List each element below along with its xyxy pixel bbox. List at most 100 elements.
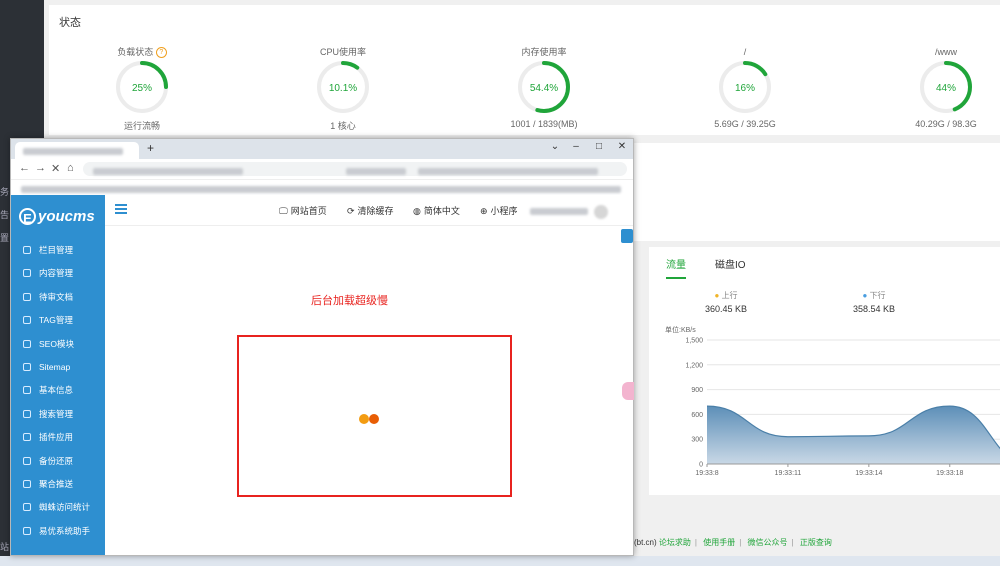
- sidebar-label: 站: [0, 542, 10, 552]
- footer-link-forum[interactable]: 论坛求助: [659, 538, 691, 547]
- back-icon[interactable]: ←: [19, 162, 30, 174]
- footer-link-license[interactable]: 正版查询: [800, 538, 832, 547]
- close-window-button[interactable]: ✕: [612, 141, 632, 152]
- download-dot-icon: ●: [862, 291, 868, 300]
- gauge-value: 10.1%: [329, 83, 357, 94]
- gauge-memory[interactable]: 内存使用率 54.4% 1001 / 1839(MB): [484, 45, 604, 129]
- status-panel: 状态 负载状态 ? 25% 运行流畅 CPU使用率 10.1% 1 核心 内存使…: [49, 5, 1000, 135]
- clear-cache-link[interactable]: ⟳ 清除缓存: [347, 204, 394, 217]
- gauge-ring: 54.4%: [518, 61, 570, 113]
- upload-stat: ● 上行 360.45 KB: [705, 291, 748, 314]
- sidebar-label: 告: [0, 210, 10, 220]
- refresh-icon: ⟳: [347, 206, 355, 216]
- tab-traffic[interactable]: 流量: [666, 256, 686, 279]
- gauge-sub: 1 核心: [330, 121, 356, 131]
- gauge-ring: 10.1%: [317, 61, 369, 113]
- sidebar-item[interactable]: TAG管理: [11, 309, 105, 332]
- admin-app: E youcms 栏目管理内容管理待审文档 TAG管理 SEO模块 Sitemap 基本…: [11, 195, 633, 555]
- gauge-ring: 16%: [719, 61, 771, 113]
- menu-toggle-icon[interactable]: [115, 204, 127, 216]
- sidebar-item-label: 栏目管理: [39, 245, 74, 255]
- gauge-disk-www[interactable]: /www 44% 40.29G / 98.3G: [886, 45, 1000, 129]
- menu-item-icon: [23, 386, 31, 395]
- y-tick-label: 600: [691, 412, 703, 419]
- x-tick-label: 19:33:14: [855, 470, 882, 477]
- stop-icon[interactable]: ✕: [51, 162, 60, 175]
- logo-text: youcms: [38, 208, 95, 225]
- menu-item-icon: [23, 292, 31, 301]
- menu-item-icon: [23, 526, 31, 535]
- footer-link-manual[interactable]: 使用手册: [703, 538, 735, 547]
- taskbar: [0, 556, 1000, 566]
- site-home-link[interactable]: 🖵 网站首页: [279, 204, 327, 217]
- status-title: 状态: [59, 17, 81, 29]
- sidebar-item-label: 基本信息: [39, 385, 74, 396]
- address-bar[interactable]: [83, 162, 627, 176]
- sidebar-item-label: 搜索管理: [39, 408, 74, 419]
- footer-domain: (bt.cn): [634, 538, 657, 547]
- menu-item-icon: [23, 409, 31, 418]
- chat-float-icon[interactable]: [622, 382, 634, 400]
- sidebar-item[interactable]: 待审文档: [11, 286, 105, 309]
- menu-item-icon: [23, 339, 31, 348]
- gauge-label: CPU使用率: [319, 47, 366, 57]
- gauge-value: 44%: [936, 83, 956, 94]
- forward-icon[interactable]: →: [35, 162, 46, 174]
- maximize-button[interactable]: □: [589, 141, 609, 152]
- sidebar-item[interactable]: 基本信息: [11, 379, 105, 402]
- menu-item-icon: [23, 362, 31, 371]
- sidebar-item[interactable]: 蜘蛛访问统计: [11, 496, 105, 519]
- sidebar-item-label: 备份还原: [39, 455, 74, 466]
- sidebar-label: 务: [0, 187, 10, 197]
- sidebar-item-label: 内容管理: [39, 268, 74, 279]
- gauge-sub: 5.69G / 39.25G: [714, 119, 776, 129]
- home-icon[interactable]: ⌂: [67, 162, 74, 174]
- gauge-value: 25%: [132, 83, 152, 94]
- new-tab-button[interactable]: +: [147, 141, 154, 155]
- mini-program-icon: ⊕: [480, 206, 488, 216]
- gauge-disk-root[interactable]: / 16% 5.69G / 39.25G: [685, 45, 805, 129]
- gauge-value: 54.4%: [530, 83, 558, 94]
- app-logo[interactable]: E youcms: [11, 195, 105, 239]
- sidebar-item[interactable]: 备份还原: [11, 450, 105, 473]
- menu-item-icon: [23, 503, 31, 512]
- y-tick-label: 1,200: [685, 362, 703, 369]
- download-stat: ● 下行 358.54 KB: [853, 291, 896, 314]
- language-link[interactable]: ◍ 简体中文: [413, 204, 460, 217]
- sidebar-item-label: 待审文档: [39, 291, 74, 302]
- logo-e-icon: E: [19, 208, 36, 226]
- mini-program-link[interactable]: ⊕ 小程序: [480, 204, 518, 217]
- gauge-load[interactable]: 负载状态 ? 25% 运行流畅: [82, 45, 202, 132]
- gauge-sub: 40.29G / 98.3G: [915, 119, 977, 129]
- minimize-button[interactable]: –: [566, 141, 586, 152]
- sidebar-item[interactable]: 易优系统助手: [11, 520, 105, 543]
- upload-dot-icon: ●: [714, 291, 720, 300]
- sidebar-item[interactable]: SEO模块: [11, 333, 105, 356]
- y-tick-label: 900: [691, 387, 703, 394]
- sidebar-item[interactable]: Sitemap: [11, 356, 105, 379]
- gauge-ring: 25%: [116, 61, 168, 113]
- monitor-icon: 🖵: [279, 206, 288, 216]
- side-float-icon[interactable]: [621, 229, 633, 243]
- tab-disk-io[interactable]: 磁盘IO: [715, 256, 746, 271]
- footer-link-wechat[interactable]: 微信公众号: [748, 538, 788, 547]
- browser-tab[interactable]: [15, 142, 139, 159]
- gauge-sub: 运行流畅: [123, 121, 160, 131]
- sidebar-item[interactable]: 栏目管理: [11, 239, 105, 262]
- tab-search-icon[interactable]: ⌄: [545, 141, 565, 152]
- tab-strip: + ⌄ – □ ✕: [11, 139, 633, 159]
- sidebar-item[interactable]: 内容管理: [11, 262, 105, 285]
- help-icon[interactable]: ?: [155, 47, 167, 59]
- admin-topbar: 🖵 网站首页 ⟳ 清除缓存 ◍ 简体中文 ⊕ 小程序: [105, 195, 633, 226]
- sidebar-item-label: 易优系统助手: [39, 525, 91, 536]
- upload-value: 360.45 KB: [705, 304, 748, 314]
- sidebar-item[interactable]: 插件应用: [11, 426, 105, 449]
- menu-item-icon: [23, 246, 31, 254]
- gauge-cpu[interactable]: CPU使用率 10.1% 1 核心: [283, 45, 403, 132]
- user-menu[interactable]: [530, 204, 608, 219]
- y-tick-label: 300: [691, 437, 703, 444]
- y-tick-label: 0: [699, 462, 703, 469]
- x-tick-label: 19:33:18: [936, 470, 963, 477]
- sidebar-item[interactable]: 聚合推送: [11, 473, 105, 496]
- sidebar-item[interactable]: 搜索管理: [11, 403, 105, 426]
